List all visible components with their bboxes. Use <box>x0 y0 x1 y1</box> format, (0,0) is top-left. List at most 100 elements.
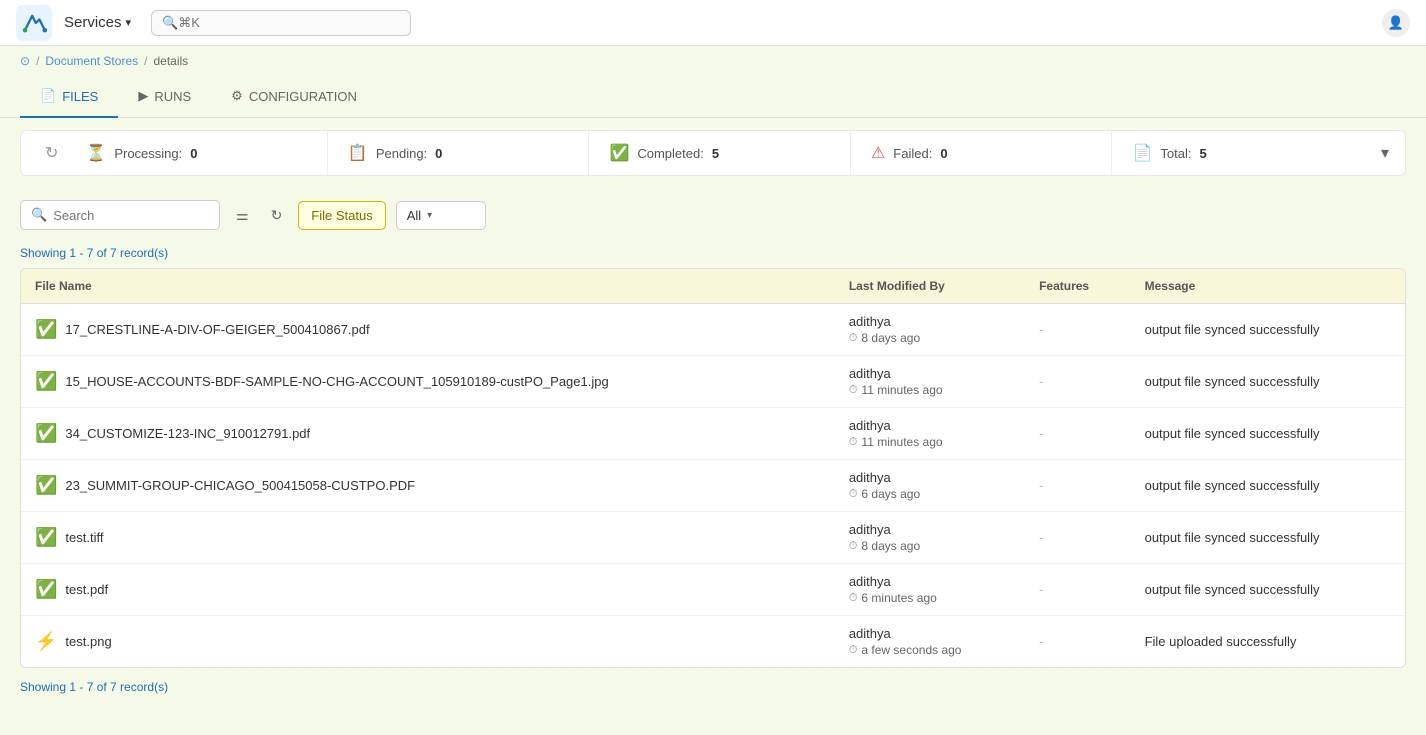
pending-icon: 📋 <box>348 143 368 163</box>
clock-icon: ⏱ <box>849 436 858 449</box>
completed-stat: ✅ Completed: 5 <box>589 131 851 175</box>
processing-label: Processing: <box>114 146 182 161</box>
clock-icon: ⏱ <box>849 540 858 553</box>
cell-file-name[interactable]: ✅ test.pdf <box>21 564 835 616</box>
cell-message: output file synced successfully <box>1131 512 1405 564</box>
table-row: ✅ 34_CUSTOMIZE-123-INC_910012791.pdf adi… <box>21 408 1405 460</box>
time-text: 6 days ago <box>861 487 920 501</box>
cell-modified-by: adithya ⏱ 6 minutes ago <box>835 564 1025 616</box>
pending-label: Pending: <box>376 146 427 161</box>
clock-icon: ⏱ <box>849 488 858 501</box>
message-text: File uploaded successfully <box>1145 634 1297 649</box>
file-name-text: 17_CRESTLINE-A-DIV-OF-GEIGER_500410867.p… <box>65 322 369 337</box>
message-text: output file synced successfully <box>1145 322 1320 337</box>
cell-file-name[interactable]: ⚡ test.png <box>21 616 835 668</box>
file-status-button[interactable]: File Status <box>298 201 385 230</box>
message-text: output file synced successfully <box>1145 582 1320 597</box>
cell-file-name[interactable]: ✅ test.tiff <box>21 512 835 564</box>
modified-user-name: adithya <box>849 470 1011 485</box>
features-dash: - <box>1039 530 1043 545</box>
global-search[interactable]: 🔍 <box>151 10 411 36</box>
search-input[interactable] <box>178 15 400 30</box>
completed-label: Completed: <box>637 146 703 161</box>
cell-file-name[interactable]: ✅ 15_HOUSE-ACCOUNTS-BDF-SAMPLE-NO-CHG-AC… <box>21 356 835 408</box>
modified-time: ⏱ 6 days ago <box>849 487 1011 501</box>
cell-message: output file synced successfully <box>1131 304 1405 356</box>
modified-user-name: adithya <box>849 314 1011 329</box>
tab-runs[interactable]: ▶ RUNS <box>118 76 211 118</box>
completed-value: 5 <box>712 146 719 161</box>
user-icon: 👤 <box>1388 15 1404 31</box>
col-message: Message <box>1131 269 1405 304</box>
success-icon: ✅ <box>35 527 57 548</box>
col-last-modified: Last Modified By <box>835 269 1025 304</box>
cell-modified-by: adithya ⏱ 6 days ago <box>835 460 1025 512</box>
refresh-button[interactable]: ↻ <box>265 201 289 230</box>
clock-icon: ⏱ <box>849 644 858 657</box>
services-label: Services <box>64 14 122 31</box>
table-row: ✅ 15_HOUSE-ACCOUNTS-BDF-SAMPLE-NO-CHG-AC… <box>21 356 1405 408</box>
cell-message: output file synced successfully <box>1131 356 1405 408</box>
tab-files[interactable]: 📄 FILES <box>20 76 118 118</box>
file-search-input[interactable] <box>53 208 209 223</box>
configuration-tab-icon: ⚙ <box>231 88 243 104</box>
processing-stat: ⏳ Processing: 0 <box>66 131 328 175</box>
cell-modified-by: adithya ⏱ 8 days ago <box>835 304 1025 356</box>
cell-file-name[interactable]: ✅ 34_CUSTOMIZE-123-INC_910012791.pdf <box>21 408 835 460</box>
record-count-bottom: Showing 1 - 7 of 7 record(s) <box>20 668 1406 698</box>
stats-bar: ↻ ⏳ Processing: 0 📋 Pending: 0 ✅ Complet… <box>20 130 1406 176</box>
tab-bar: 📄 FILES ▶ RUNS ⚙ CONFIGURATION <box>0 76 1426 118</box>
services-menu[interactable]: Services ▾ <box>64 14 131 31</box>
success-icon: ✅ <box>35 319 57 340</box>
file-name-text: test.pdf <box>65 582 108 597</box>
cell-message: output file synced successfully <box>1131 408 1405 460</box>
modified-user-name: adithya <box>849 366 1011 381</box>
success-icon: ✅ <box>35 423 57 444</box>
refresh-icon: ↻ <box>45 145 58 162</box>
processing-value: 0 <box>190 146 197 161</box>
status-dropdown[interactable]: All ▾ <box>396 201 486 230</box>
files-toolbar: 🔍 ⚌ ↻ File Status All ▾ <box>20 188 1406 242</box>
message-text: output file synced successfully <box>1145 478 1320 493</box>
clock-icon: ⏱ <box>849 332 858 345</box>
cell-message: output file synced successfully <box>1131 460 1405 512</box>
breadcrumb-sep2: / <box>144 54 147 68</box>
cell-features: - <box>1025 512 1131 564</box>
message-text: output file synced successfully <box>1145 426 1320 441</box>
search-icon: 🔍 <box>31 207 47 223</box>
user-profile-button[interactable]: 👤 <box>1382 9 1410 37</box>
total-icon: 📄 <box>1132 143 1152 163</box>
status-all-label: All <box>407 208 421 223</box>
file-search-wrap[interactable]: 🔍 <box>20 200 220 230</box>
table-row: ✅ 17_CRESTLINE-A-DIV-OF-GEIGER_500410867… <box>21 304 1405 356</box>
cell-features: - <box>1025 304 1131 356</box>
file-name-text: 15_HOUSE-ACCOUNTS-BDF-SAMPLE-NO-CHG-ACCO… <box>65 374 608 389</box>
breadcrumb-sep1: / <box>36 54 39 68</box>
top-navigation: Services ▾ 🔍 👤 <box>0 0 1426 46</box>
breadcrumb: ⊙ / Document Stores / details <box>0 46 1426 76</box>
file-name-text: 23_SUMMIT-GROUP-CHICAGO_500415058-CUSTPO… <box>65 478 415 493</box>
breadcrumb-document-stores[interactable]: Document Stores <box>45 54 138 68</box>
tab-configuration[interactable]: ⚙ CONFIGURATION <box>211 76 377 118</box>
cell-file-name[interactable]: ✅ 23_SUMMIT-GROUP-CHICAGO_500415058-CUST… <box>21 460 835 512</box>
refresh-stats-button[interactable]: ↻ <box>37 135 66 171</box>
expand-stats-button[interactable]: ▾ <box>1373 143 1389 163</box>
modified-time: ⏱ 6 minutes ago <box>849 591 1011 605</box>
table-row: ✅ test.tiff adithya ⏱ 8 days ago - outpu… <box>21 512 1405 564</box>
success-icon: ✅ <box>35 579 57 600</box>
home-icon[interactable]: ⊙ <box>20 54 30 68</box>
cell-features: - <box>1025 564 1131 616</box>
success-icon: ✅ <box>35 475 57 496</box>
table-row: ⚡ test.png adithya ⏱ a few seconds ago -… <box>21 616 1405 668</box>
files-tab-label: FILES <box>62 89 98 104</box>
files-tab-icon: 📄 <box>40 88 56 104</box>
cell-modified-by: adithya ⏱ 11 minutes ago <box>835 356 1025 408</box>
table-row: ✅ test.pdf adithya ⏱ 6 minutes ago - out… <box>21 564 1405 616</box>
breadcrumb-details: details <box>153 54 188 68</box>
col-features: Features <box>1025 269 1131 304</box>
filter-button[interactable]: ⚌ <box>230 201 255 230</box>
total-label: Total: <box>1160 146 1191 161</box>
configuration-tab-label: CONFIGURATION <box>249 89 357 104</box>
app-logo[interactable] <box>16 5 52 41</box>
cell-file-name[interactable]: ✅ 17_CRESTLINE-A-DIV-OF-GEIGER_500410867… <box>21 304 835 356</box>
